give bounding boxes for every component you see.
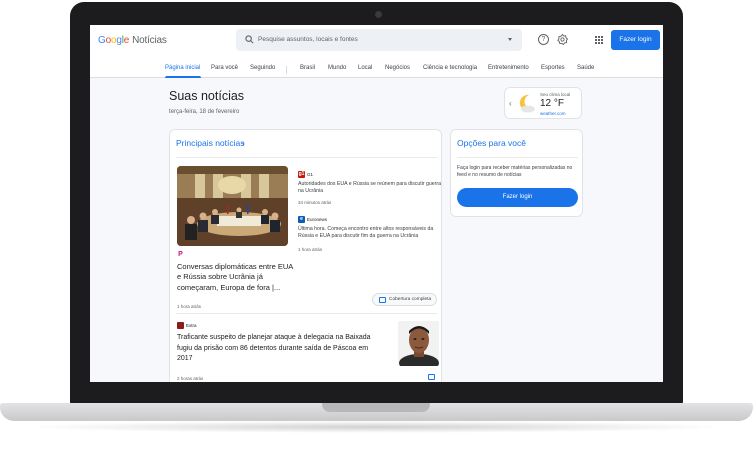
- for-you-heading: Opções para você: [457, 138, 526, 148]
- help-icon[interactable]: ?: [538, 34, 549, 45]
- euronews-publisher-logo: e: [298, 216, 305, 223]
- webcam: [375, 11, 382, 18]
- page-title: Suas notícias: [169, 89, 245, 103]
- full-coverage-button[interactable]: Cobertura completa: [372, 293, 437, 306]
- section-tabs: Página inicial Para você Seguindo Brasil…: [90, 56, 663, 78]
- laptop-frame: Google Notícias Pesquise assuntos, locais…: [0, 0, 753, 450]
- for-you-card: Opções para você Faça login para receber…: [450, 129, 583, 217]
- gear-icon[interactable]: [557, 34, 568, 45]
- screen: Google Notícias Pesquise assuntos, locais…: [90, 25, 663, 382]
- tab-entretenimento[interactable]: Entretenimento: [488, 65, 529, 71]
- side-story-title[interactable]: Última hora. Começa encontro entre altos…: [298, 226, 443, 240]
- tab-negocios[interactable]: Negócios: [385, 65, 410, 71]
- nav-divider: [286, 66, 287, 74]
- top-bar: Google Notícias Pesquise assuntos, locais…: [90, 25, 663, 56]
- search-bar[interactable]: Pesquise assuntos, locais e fontes: [236, 29, 522, 51]
- tab-mundo[interactable]: Mundo: [328, 65, 346, 71]
- google-news-logo[interactable]: Google Notícias: [98, 35, 167, 46]
- section-divider: [176, 157, 437, 158]
- tab-home[interactable]: Página inicial: [165, 65, 200, 71]
- full-coverage-label: Cobertura completa: [389, 297, 432, 302]
- hero-publisher-logo: P: [177, 251, 184, 258]
- side-story-publisher: Euronews: [307, 217, 328, 222]
- top-stories-heading[interactable]: Principais notícias: [176, 138, 245, 148]
- weather-temperature: 12 °F: [540, 98, 565, 109]
- for-you-login-button[interactable]: Fazer login: [457, 188, 578, 207]
- weather-widget[interactable]: ‹ Seu clima local 12 °F weather.com: [504, 87, 582, 119]
- section-divider: [457, 157, 578, 158]
- active-tab-indicator: [165, 76, 201, 78]
- page-date: terça-feira, 18 de fevereiro: [169, 109, 240, 115]
- hero-story-title[interactable]: Conversas diplomáticas entre EUA e Rússi…: [177, 262, 297, 293]
- hero-story-time: 1 hora atrás: [177, 304, 202, 309]
- weather-source-link[interactable]: weather.com: [540, 111, 566, 116]
- g1-publisher-logo: g1: [298, 171, 305, 178]
- tab-saude[interactable]: Saúde: [577, 65, 594, 71]
- side-story-title[interactable]: Autoridades dos EUA e Rússia se reúnem p…: [298, 181, 443, 195]
- search-options-dropdown-icon[interactable]: [508, 38, 512, 41]
- coverage-icon[interactable]: [428, 374, 435, 380]
- story2-publisher: Extra: [186, 323, 197, 328]
- story2-title[interactable]: Traficante suspeito de planejar ataque à…: [177, 333, 377, 365]
- login-button[interactable]: Fazer login: [611, 30, 660, 50]
- tab-ciencia-tecnologia[interactable]: Ciência e tecnologia: [423, 65, 477, 71]
- coverage-icon: [379, 297, 386, 303]
- chevron-left-icon[interactable]: ‹: [509, 99, 512, 108]
- for-you-description: Faça login para receber matérias persona…: [457, 165, 573, 179]
- tab-esportes[interactable]: Esportes: [541, 65, 565, 71]
- tab-brasil[interactable]: Brasil: [300, 65, 315, 71]
- apps-grid-icon[interactable]: [595, 36, 603, 44]
- tab-for-you[interactable]: Para você: [211, 65, 238, 71]
- laptop-notch: [322, 403, 430, 412]
- side-story-time: 1 hora atrás: [298, 247, 323, 252]
- story-divider: [176, 313, 437, 314]
- tab-following[interactable]: Seguindo: [250, 65, 275, 71]
- extra-publisher-logo: [177, 322, 184, 329]
- tab-local[interactable]: Local: [358, 65, 372, 71]
- weather-label: Seu clima local: [540, 92, 571, 97]
- story2-time: 2 horas atrás: [177, 376, 204, 381]
- side-story-time: 34 minutos atrás: [298, 200, 332, 205]
- search-icon: [245, 35, 254, 44]
- story2-image[interactable]: [398, 321, 439, 366]
- logo-product-name: Notícias: [132, 35, 167, 46]
- search-placeholder: Pesquise assuntos, locais e fontes: [258, 36, 358, 43]
- laptop-shadow: [20, 421, 733, 433]
- moon-cloud-icon: [519, 94, 535, 113]
- hero-story-image[interactable]: [177, 166, 288, 246]
- top-stories-card: Principais notícias › P Conversas diplom…: [169, 129, 442, 382]
- side-story-publisher: G1: [307, 172, 314, 177]
- chevron-right-icon[interactable]: ›: [242, 138, 245, 148]
